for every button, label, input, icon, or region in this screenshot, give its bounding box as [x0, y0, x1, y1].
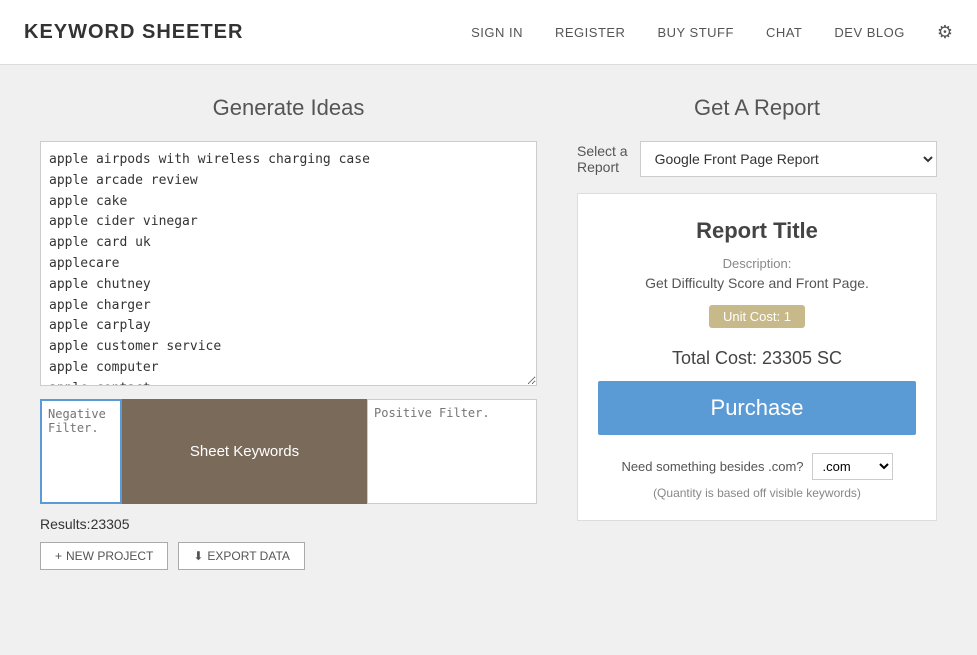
- domain-label: Need something besides .com?: [621, 459, 803, 474]
- select-report-label: Select aReport: [577, 143, 628, 175]
- nav-sign-in[interactable]: SIGN IN: [471, 25, 523, 40]
- download-icon: ⬇: [193, 549, 203, 563]
- report-selector-row: Select aReport Google Front Page Report …: [577, 141, 937, 177]
- nav-chat[interactable]: CHAT: [766, 25, 802, 40]
- report-description-text: Get Difficulty Score and Front Page.: [598, 275, 916, 291]
- logo: KEYWORD SHEETER: [24, 21, 243, 44]
- report-description-label: Description:: [598, 256, 916, 271]
- report-select[interactable]: Google Front Page Report Keyword Difficu…: [640, 141, 937, 177]
- positive-filter-input[interactable]: [367, 399, 537, 504]
- right-panel: Get A Report Select aReport Google Front…: [577, 95, 937, 570]
- generate-ideas-title: Generate Ideas: [40, 95, 537, 121]
- nav-buy-stuff[interactable]: BUY STUFF: [657, 25, 734, 40]
- unit-cost-badge: Unit Cost: 1: [709, 305, 805, 328]
- report-card-title: Report Title: [598, 218, 916, 244]
- plus-icon: +: [55, 549, 62, 563]
- sheet-keywords-button[interactable]: Sheet Keywords: [122, 399, 367, 504]
- negative-filter-input[interactable]: [40, 399, 122, 504]
- export-data-button[interactable]: ⬇ EXPORT DATA: [178, 542, 305, 570]
- nav-dev-blog[interactable]: DEV BLOG: [834, 25, 904, 40]
- main-content: Generate Ideas apple airpods with wirele…: [0, 65, 977, 600]
- export-data-label: EXPORT DATA: [207, 549, 289, 563]
- purchase-button[interactable]: Purchase: [598, 381, 916, 435]
- navigation: SIGN IN REGISTER BUY STUFF CHAT DEV BLOG…: [471, 22, 953, 43]
- settings-icon[interactable]: ⚙: [937, 22, 953, 43]
- domain-select[interactable]: .com .co.uk .com.au: [812, 453, 893, 480]
- new-project-button[interactable]: + NEW PROJECT: [40, 542, 168, 570]
- filter-row: Sheet Keywords: [40, 399, 537, 504]
- nav-register[interactable]: REGISTER: [555, 25, 625, 40]
- left-panel: Generate Ideas apple airpods with wirele…: [40, 95, 537, 570]
- total-cost: Total Cost: 23305 SC: [598, 348, 916, 369]
- action-buttons: + NEW PROJECT ⬇ EXPORT DATA: [40, 542, 537, 570]
- report-card: Report Title Description: Get Difficulty…: [577, 193, 937, 521]
- quantity-note: (Quantity is based off visible keywords): [598, 486, 916, 500]
- keywords-textarea[interactable]: apple airpods with wireless charging cas…: [40, 141, 537, 386]
- results-count: Results:23305: [40, 516, 537, 532]
- get-report-title: Get A Report: [577, 95, 937, 121]
- header: KEYWORD SHEETER SIGN IN REGISTER BUY STU…: [0, 0, 977, 65]
- new-project-label: NEW PROJECT: [66, 549, 153, 563]
- domain-row: Need something besides .com? .com .co.uk…: [598, 453, 916, 480]
- sheet-keywords-label: Sheet Keywords: [190, 443, 299, 460]
